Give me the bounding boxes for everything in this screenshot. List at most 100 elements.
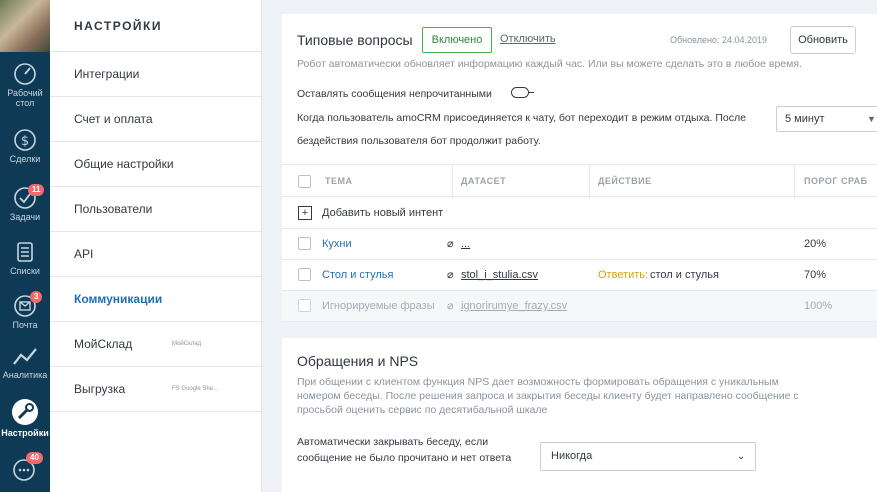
nav-lists[interactable]: Списки [0, 240, 50, 276]
nav-lists-label: Списки [10, 266, 40, 276]
disable-link[interactable]: Отключить [500, 33, 556, 45]
header-topic[interactable]: ТЕМА [325, 176, 353, 186]
nav-dashboard-label-2: стол [15, 98, 35, 108]
sidebar-item-integrations[interactable]: Интеграции [50, 52, 261, 97]
header-threshold[interactable]: ПОРОГ СРАБ [804, 176, 868, 186]
faq-description: Робот автоматически обновляет информацию… [297, 58, 802, 70]
chevron-down-icon: ⌄ [737, 451, 746, 462]
nps-panel: Обращения и NPS При общении с клиентом ф… [282, 338, 877, 492]
table-row: Кухни ⌀ ... 20% [282, 229, 877, 260]
row-dataset[interactable]: ignorirumye_frazy.csv [461, 300, 567, 312]
avatar[interactable] [0, 0, 50, 52]
table-row: Стол и стулья ⌀ stol_i_stulia.csv Ответи… [282, 260, 877, 291]
sidebar-title: НАСТРОЙКИ [50, 0, 261, 52]
row-topic[interactable]: Стол и стулья [322, 269, 393, 281]
row-action-label: Ответить: [598, 269, 649, 281]
paperclip-icon: ⌀ [447, 238, 454, 250]
chat-badge: 40 [26, 452, 43, 464]
lists-icon [17, 242, 33, 262]
nav-settings[interactable]: Настройки [0, 398, 50, 438]
settings-sidebar: НАСТРОЙКИ Интеграции Счет и оплата Общие… [50, 0, 262, 492]
sidebar-item-users[interactable]: Пользователи [50, 187, 261, 232]
sidebar-item-moysklad[interactable]: МойСклад МойСклад [50, 322, 261, 367]
column-divider [589, 165, 590, 198]
sidebar-item-label: API [74, 247, 94, 261]
autoclose-value: Никогда [551, 450, 593, 462]
sidebar-item-label: Счет и оплата [74, 112, 153, 126]
sidebar-item-label: Коммуникации [74, 292, 163, 306]
sidebar-item-tag: МойСклад [172, 341, 202, 347]
table-row: Игнорируемые фразы ⌀ ignorirumye_frazy.c… [282, 291, 877, 322]
join-text-1: Когда пользователь amoCRM присоединяется… [297, 112, 746, 124]
idle-time-value: 5 минут [785, 113, 825, 125]
nav-settings-label: Настройки [1, 428, 49, 438]
row-checkbox[interactable] [298, 237, 311, 250]
nav-chat[interactable]: 40 [0, 452, 50, 484]
row-dataset[interactable]: stol_i_stulia.csv [461, 269, 538, 281]
nps-description-2: номером беседы. После решения запроса и … [297, 390, 799, 402]
main-nav: Рабочий стол $ Сделки Задачи 11 Списки П… [0, 0, 50, 492]
dashboard-icon [14, 63, 36, 85]
nps-title: Обращения и NPS [297, 353, 419, 369]
idle-time-select[interactable]: 5 минут ▼ [776, 106, 877, 132]
nav-tasks-label: Задачи [9, 212, 41, 222]
add-intent-label: Добавить новый интент [322, 207, 444, 219]
add-intent-row[interactable]: + Добавить новый интент [282, 198, 877, 229]
sidebar-item-api[interactable]: API [50, 232, 261, 277]
autoclose-select[interactable]: Никогда ⌄ [540, 442, 756, 471]
row-dataset[interactable]: ... [461, 238, 470, 250]
sidebar-item-label: Общие настройки [74, 157, 174, 171]
header-action[interactable]: ДЕЙСТВИЕ [598, 176, 652, 186]
sidebar-item-label: Интеграции [74, 67, 140, 81]
row-threshold: 20% [804, 238, 827, 250]
leave-unread-label: Оставлять сообщения непрочитанными [297, 88, 492, 100]
leave-unread-toggle[interactable] [511, 87, 529, 98]
plus-icon: + [298, 206, 312, 220]
deals-icon: $ [14, 129, 36, 151]
svg-text:$: $ [21, 134, 29, 149]
header-dataset[interactable]: ДАТАСЕТ [461, 176, 506, 186]
nav-analytics[interactable]: Аналитика [0, 346, 50, 380]
select-all-checkbox[interactable] [298, 175, 311, 188]
row-topic[interactable]: Игнорируемые фразы [322, 300, 435, 312]
nav-tasks[interactable]: Задачи 11 [0, 184, 50, 222]
table-header: ТЕМА ДАТАСЕТ ДЕЙСТВИЕ ПОРОГ СРАБ [282, 164, 877, 198]
sidebar-item-general[interactable]: Общие настройки [50, 142, 261, 187]
join-text-2: бездействия пользователя бот продолжит р… [297, 135, 541, 147]
nav-mail[interactable]: Почта 3 [0, 291, 50, 330]
paperclip-icon: ⌀ [447, 300, 454, 312]
column-divider [794, 165, 795, 198]
updated-date: Обновлено: 24.04.2019 [670, 35, 767, 45]
row-action-value: стол и стулья [650, 269, 719, 281]
sidebar-item-export[interactable]: Выгрузка FS Google She... [50, 367, 261, 412]
toggle-line [528, 92, 534, 93]
sidebar-item-billing[interactable]: Счет и оплата [50, 97, 261, 142]
faq-panel: Типовые вопросы Включено Отключить Обнов… [282, 14, 877, 322]
row-threshold: 70% [804, 269, 827, 281]
row-topic[interactable]: Кухни [322, 238, 352, 250]
nps-description-1: При общении с клиентом функция NPS дает … [297, 376, 779, 388]
sidebar-item-label: Выгрузка [74, 382, 126, 396]
update-button[interactable]: Обновить [790, 26, 856, 54]
row-threshold: 100% [804, 300, 833, 312]
paperclip-icon: ⌀ [447, 269, 454, 281]
nav-deals[interactable]: $ Сделки [0, 128, 50, 164]
row-checkbox[interactable] [298, 299, 311, 312]
nav-dashboard-label: Рабочий [7, 88, 43, 98]
row-checkbox[interactable] [298, 268, 311, 281]
autoclose-label-1: Автоматически закрывать беседу, если [297, 436, 489, 448]
column-divider [452, 165, 453, 198]
mail-badge: 3 [30, 291, 43, 303]
sidebar-item-tag: FS Google She... [172, 386, 219, 392]
sidebar-item-communications[interactable]: Коммуникации [50, 277, 261, 322]
autoclose-label-2: сообщение не было прочитано и нет ответа [297, 452, 512, 464]
enabled-button[interactable]: Включено [422, 27, 492, 53]
nav-dashboard[interactable]: Рабочий стол [0, 62, 50, 108]
nav-deals-label: Сделки [9, 154, 41, 164]
tasks-badge: 11 [28, 184, 45, 196]
chevron-down-icon: ▼ [867, 114, 876, 124]
analytics-icon [13, 348, 37, 365]
sidebar-item-label: МойСклад [74, 337, 133, 351]
nav-mail-label: Почта [12, 320, 38, 330]
settings-icon [12, 399, 38, 425]
